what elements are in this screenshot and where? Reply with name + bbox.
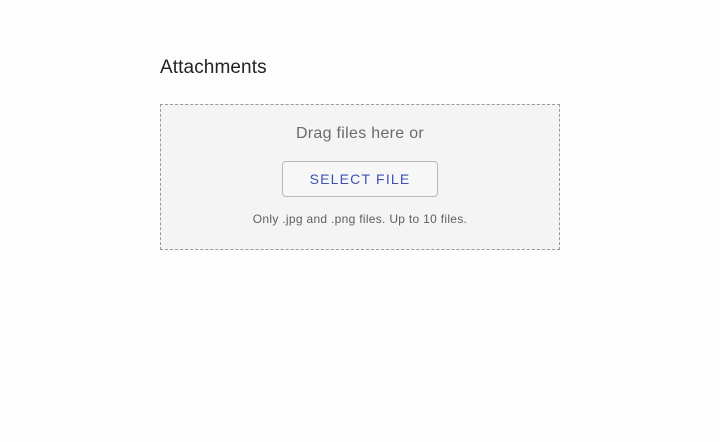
file-dropzone[interactable]: Drag files here or SELECT FILE Only .jpg… <box>160 104 560 250</box>
attachments-section: Attachments Drag files here or SELECT FI… <box>160 56 560 250</box>
file-restrictions-hint: Only .jpg and .png files. Up to 10 files… <box>252 212 468 226</box>
attachments-title: Attachments <box>160 57 267 78</box>
drop-instruction-text: Drag files here or <box>295 125 425 142</box>
select-file-button[interactable]: SELECT FILE <box>282 161 438 197</box>
